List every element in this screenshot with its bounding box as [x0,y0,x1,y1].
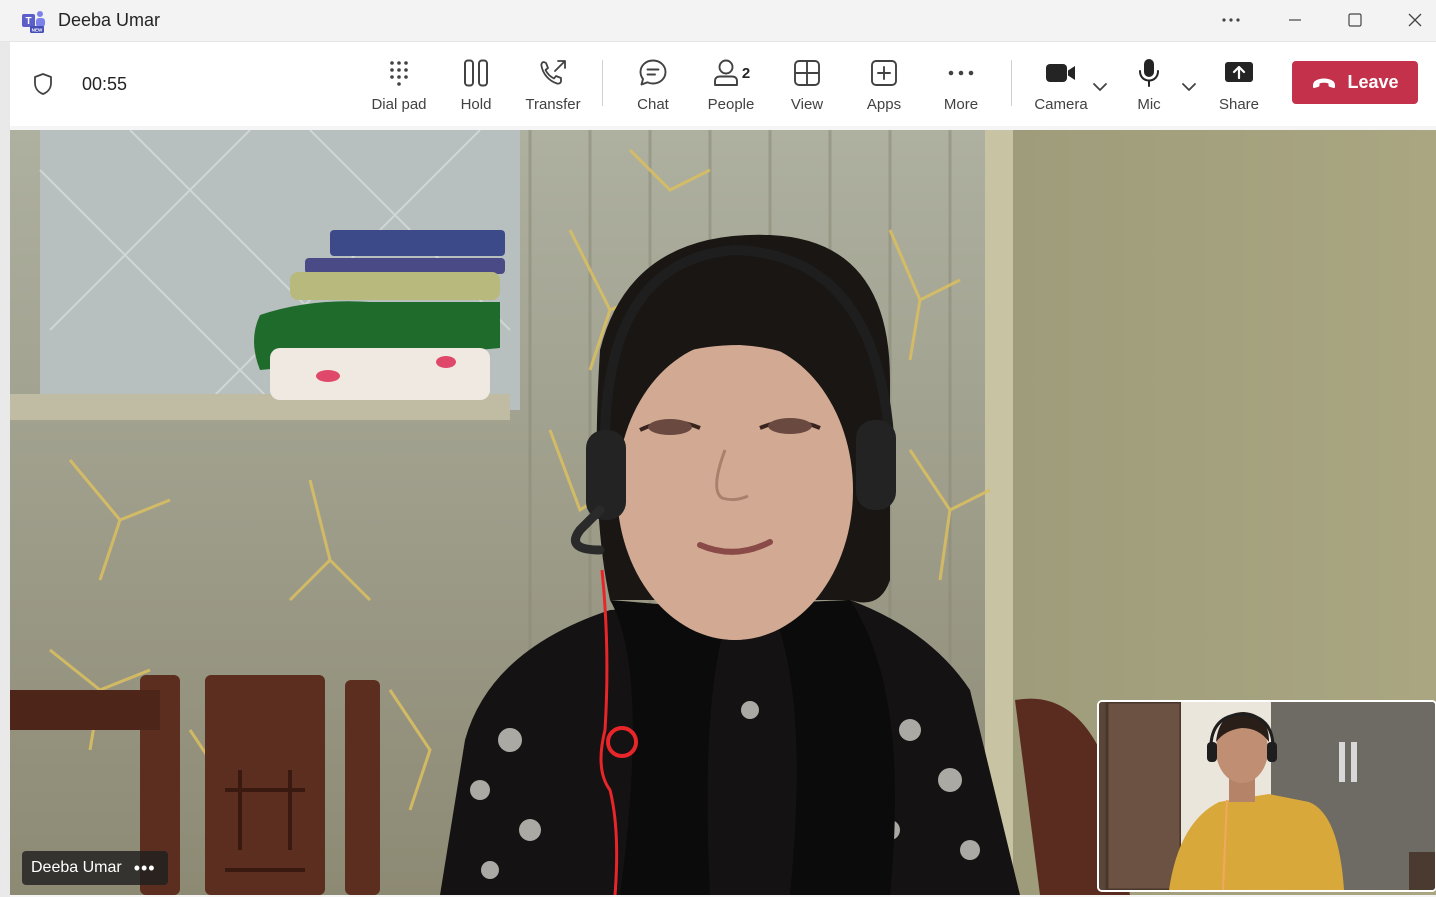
dial-pad-button[interactable]: Dial pad [366,56,432,120]
maximize-icon [1348,13,1362,27]
self-view-video[interactable] [1097,700,1436,892]
window-edge [0,42,10,897]
minimize-icon [1289,19,1301,21]
apps-label: Apps [866,96,902,113]
leave-label: Leave [1347,72,1399,92]
meeting-toolbar: 00:55 Dial pad Hold Transfer Chat 2 Peop… [10,42,1436,126]
share-screen-icon [1225,62,1253,82]
transfer-button[interactable]: Transfer [522,56,584,120]
svg-text:T: T [25,16,31,27]
participant-more-options-icon[interactable]: ••• [134,858,156,879]
toolbar-separator [602,60,603,106]
view-button[interactable]: View [787,56,827,120]
dial-pad-icon [390,61,408,86]
shield-icon[interactable] [32,72,54,96]
chat-label: Chat [637,96,669,113]
people-button[interactable]: 2 People [704,56,758,120]
toolbar-separator [1011,60,1012,106]
participant-name: Deeba Umar [31,859,122,876]
mic-button[interactable]: Mic [1134,56,1164,120]
video-camera-icon [1046,64,1075,82]
pause-icon [464,59,488,87]
camera-button[interactable]: Camera [1033,56,1089,120]
share-label: Share [1218,96,1260,113]
call-timer: 00:55 [82,74,128,94]
grid-view-icon [794,60,820,86]
title-bar: T NEW Deeba Umar [0,0,1436,42]
apps-button[interactable]: Apps [865,56,903,120]
chevron-down-icon [1182,83,1196,91]
hold-button[interactable]: Hold [453,56,499,120]
video-stage: Deeba Umar ••• [10,130,1436,895]
close-icon [1408,13,1422,27]
leave-button[interactable]: Leave [1292,61,1418,104]
mic-label: Mic [1137,96,1161,113]
chevron-down-icon [1093,83,1107,91]
microphone-icon [1139,59,1159,87]
view-label: View [790,96,824,113]
people-label: People [707,96,755,113]
share-button[interactable]: Share [1218,56,1260,120]
more-button[interactable]: More [940,56,982,120]
window-title: Deeba Umar [58,10,161,30]
self-view-feed [1099,702,1435,890]
camera-options-chevron[interactable] [1089,76,1111,98]
maximize-button[interactable] [1326,0,1384,40]
mic-options-chevron[interactable] [1178,76,1200,98]
people-count-badge: 2 [741,64,751,82]
teams-app-icon: T NEW [22,11,45,33]
chat-button[interactable]: Chat [632,56,674,120]
more-label: More [943,96,979,113]
camera-label: Camera [1034,96,1088,113]
svg-text:NEW: NEW [32,28,43,33]
call-transfer-icon [540,60,566,85]
close-button[interactable] [1386,0,1436,40]
minimize-button[interactable] [1266,0,1324,40]
more-horizontal-icon [948,70,974,76]
participant-name-tag: Deeba Umar ••• [22,851,168,885]
hang-up-phone-icon [1313,78,1336,88]
hold-label: Hold [460,96,492,113]
more-horizontal-icon [1222,18,1240,22]
window-more-button[interactable] [1202,0,1260,40]
dial-pad-label: Dial pad [371,96,427,113]
apps-add-icon [871,60,897,86]
chat-icon [639,59,667,86]
people-icon [713,59,738,86]
transfer-label: Transfer [525,96,581,113]
